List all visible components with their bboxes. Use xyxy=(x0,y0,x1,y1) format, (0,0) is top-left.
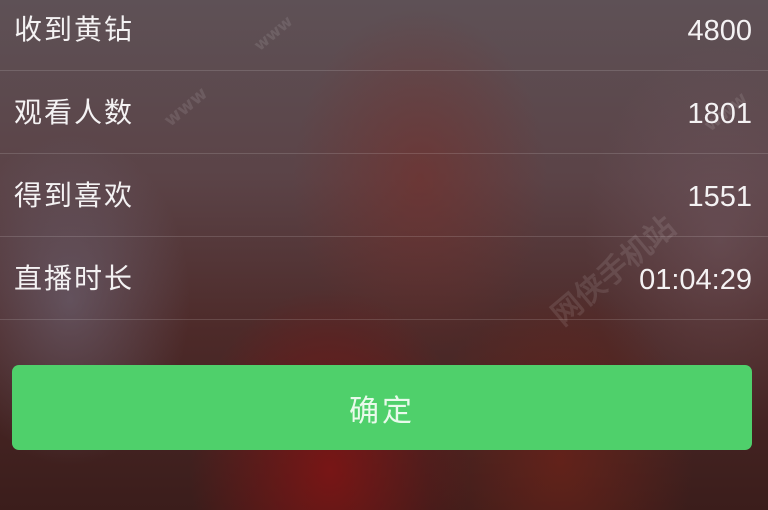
stat-row-likes: 得到喜欢 1551 xyxy=(0,154,768,237)
stat-label: 直播时长 xyxy=(14,262,135,295)
live-stats-list: 收到黄钻 4800 观看人数 1801 得到喜欢 1551 直播时长 01:04… xyxy=(0,0,768,320)
stat-value: 1801 xyxy=(687,98,752,130)
stat-label: 得到喜欢 xyxy=(14,179,135,212)
stat-value: 4800 xyxy=(687,15,752,47)
confirm-button[interactable]: 确定 xyxy=(12,365,752,450)
stat-label: 观看人数 xyxy=(14,96,135,129)
stat-value: 01:04:29 xyxy=(639,264,752,296)
stat-value: 1551 xyxy=(687,181,752,213)
stat-row-yellow-diamonds: 收到黄钻 4800 xyxy=(0,0,768,71)
stat-row-duration: 直播时长 01:04:29 xyxy=(0,237,768,320)
stat-label: 收到黄钻 xyxy=(14,13,135,46)
stat-row-viewers: 观看人数 1801 xyxy=(0,71,768,154)
